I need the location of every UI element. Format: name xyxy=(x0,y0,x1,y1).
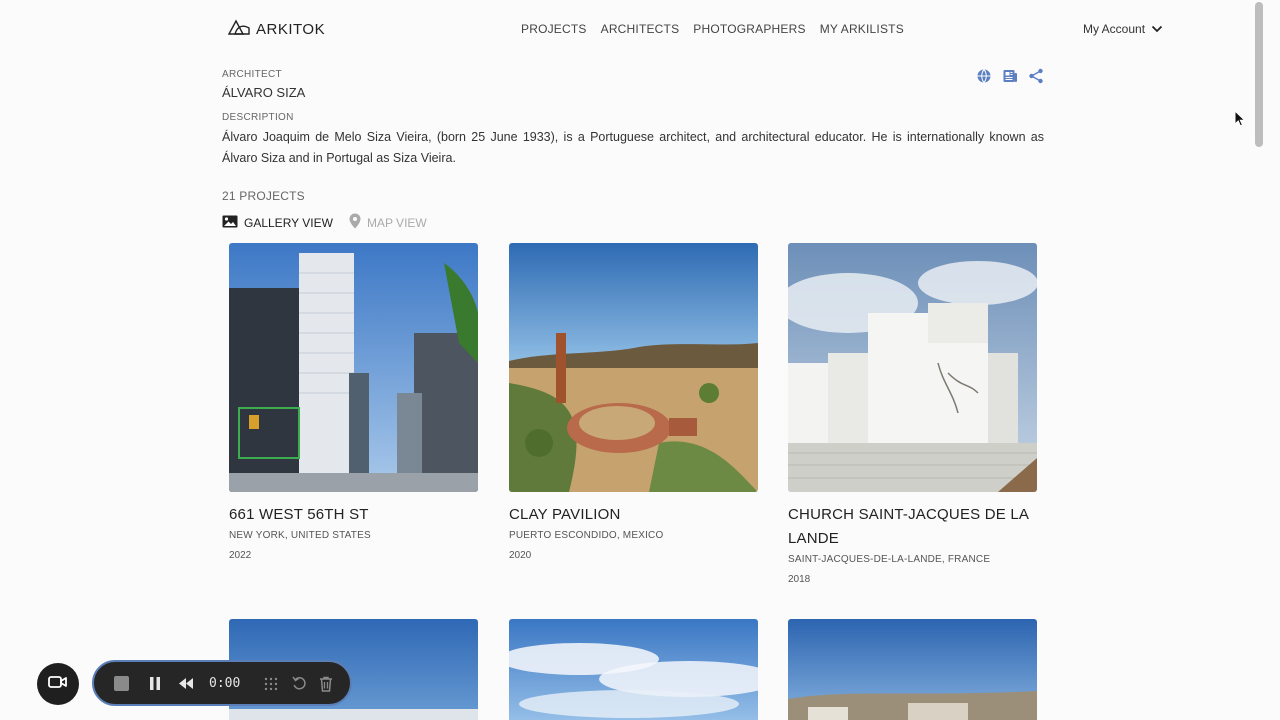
arkitok-logo-icon xyxy=(227,19,250,40)
grid-icon[interactable] xyxy=(264,677,278,696)
gallery-view-label: GALLERY VIEW xyxy=(244,215,333,230)
stop-button[interactable] xyxy=(114,676,129,696)
view-toggle: GALLERY VIEW MAP VIEW xyxy=(222,213,427,232)
account-label: My Account xyxy=(1083,22,1146,36)
mouse-cursor-icon xyxy=(1234,109,1246,132)
news-icon[interactable] xyxy=(1002,68,1018,84)
project-image[interactable] xyxy=(229,243,478,492)
nav-architects[interactable]: ARCHITECTS xyxy=(601,22,680,36)
recorder-controls: 0:00 xyxy=(92,660,352,706)
rewind-button[interactable] xyxy=(178,677,194,695)
video-camera-icon xyxy=(48,675,68,694)
brand-name: ARKITOK xyxy=(256,21,326,38)
project-image[interactable] xyxy=(509,243,758,492)
gallery-view-button[interactable]: GALLERY VIEW xyxy=(222,215,333,231)
description-label: DESCRIPTION xyxy=(222,112,294,123)
project-title[interactable]: 661 WEST 56TH ST xyxy=(229,503,478,527)
restart-icon[interactable] xyxy=(292,676,307,696)
globe-icon[interactable] xyxy=(976,68,992,84)
project-image[interactable] xyxy=(788,619,1037,720)
brand-logo[interactable]: ARKITOK xyxy=(227,19,326,40)
share-icon[interactable] xyxy=(1028,68,1044,84)
recording-time: 0:00 xyxy=(209,676,241,691)
page: ARKITOK PROJECTS ARCHITECTS PHOTOGRAPHER… xyxy=(0,0,1252,720)
image-icon xyxy=(222,215,238,231)
chevron-down-icon xyxy=(1151,22,1163,36)
architect-description: Álvaro Joaquim de Melo Siza Vieira, (bor… xyxy=(222,130,1044,165)
projects-count: 21 PROJECTS xyxy=(222,189,305,203)
architect-name: ÁLVARO SIZA xyxy=(222,85,306,100)
pause-button[interactable] xyxy=(149,676,161,696)
project-card[interactable]: CLAY PAVILION PUERTO ESCONDIDO, MEXICO 2… xyxy=(509,243,758,561)
map-view-button[interactable]: MAP VIEW xyxy=(349,213,427,232)
map-pin-icon xyxy=(349,213,361,232)
architect-label: ARCHITECT xyxy=(222,69,282,80)
nav-projects[interactable]: PROJECTS xyxy=(521,22,587,36)
nav-photographers[interactable]: PHOTOGRAPHERS xyxy=(693,22,805,36)
project-location: NEW YORK, UNITED STATES xyxy=(229,530,371,541)
project-location: PUERTO ESCONDIDO, MEXICO xyxy=(509,530,664,541)
project-title[interactable]: CHURCH SAINT-JACQUES DE LA LANDE xyxy=(788,503,1037,551)
project-card[interactable]: 661 WEST 56TH ST NEW YORK, UNITED STATES… xyxy=(229,243,478,561)
architect-tools xyxy=(976,68,1044,84)
account-menu[interactable]: My Account xyxy=(1083,22,1163,36)
trash-icon[interactable] xyxy=(319,676,333,697)
project-image[interactable] xyxy=(788,243,1037,492)
project-year: 2018 xyxy=(788,574,811,585)
project-location: SAINT-JACQUES-DE-LA-LANDE, FRANCE xyxy=(788,554,991,565)
camera-toggle-button[interactable] xyxy=(37,663,79,705)
project-year: 2022 xyxy=(229,550,252,561)
scrollbar-thumb[interactable] xyxy=(1255,2,1263,147)
nav-my-arkilists[interactable]: MY ARKILISTS xyxy=(820,22,904,36)
main-nav: PROJECTS ARCHITECTS PHOTOGRAPHERS MY ARK… xyxy=(521,22,904,36)
project-year: 2020 xyxy=(509,550,532,561)
project-image[interactable] xyxy=(509,619,758,720)
project-title[interactable]: CLAY PAVILION xyxy=(509,503,758,527)
project-card[interactable]: CHURCH SAINT-JACQUES DE LA LANDE SAINT-J… xyxy=(788,243,1037,585)
map-view-label: MAP VIEW xyxy=(366,215,427,230)
